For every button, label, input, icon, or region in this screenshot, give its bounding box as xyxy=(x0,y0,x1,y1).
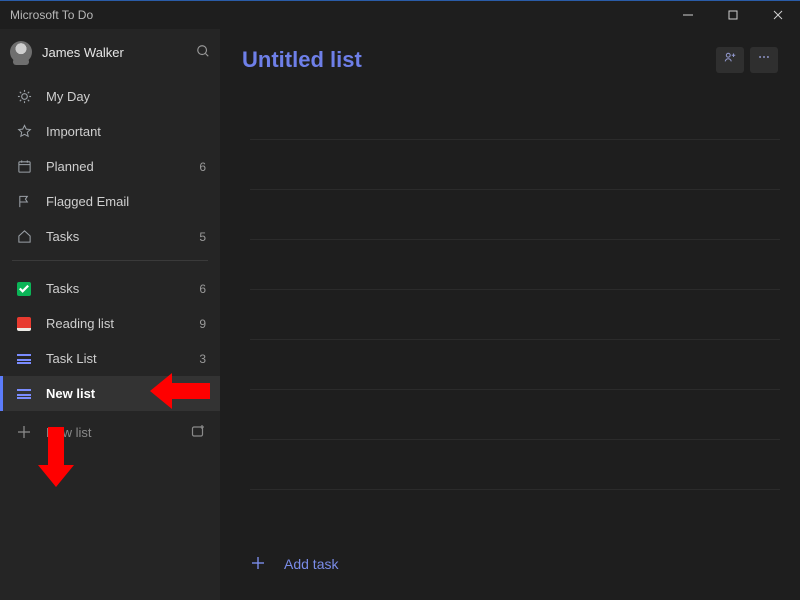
task-slot xyxy=(250,240,780,290)
search-button[interactable] xyxy=(196,44,210,61)
add-task-label: Add task xyxy=(284,556,338,572)
window-title: Microsoft To Do xyxy=(10,8,93,22)
task-slot xyxy=(250,490,780,540)
task-slot xyxy=(250,290,780,340)
add-task-button[interactable]: Add task xyxy=(250,540,780,588)
sidebar-item-label: Important xyxy=(46,124,101,139)
search-icon xyxy=(196,46,210,61)
maximize-button[interactable] xyxy=(710,1,755,29)
home-icon xyxy=(14,229,34,244)
task-slot xyxy=(250,140,780,190)
sidebar-item-count: 6 xyxy=(199,160,206,174)
profile-name: James Walker xyxy=(42,45,124,60)
sidebar-item-label: New list xyxy=(46,386,95,401)
sidebar-item-label: Planned xyxy=(46,159,94,174)
sidebar-item-my-day[interactable]: My Day xyxy=(0,79,220,114)
check-square-icon xyxy=(14,282,34,296)
book-icon xyxy=(14,317,34,331)
new-group-button[interactable] xyxy=(190,423,206,442)
app-window: Microsoft To Do xyxy=(0,0,800,600)
sidebar-item-count: 9 xyxy=(199,317,206,331)
sidebar-item-count: 6 xyxy=(199,282,206,296)
sidebar-item-label: Flagged Email xyxy=(46,194,129,209)
plus-icon xyxy=(250,555,284,574)
sidebar-item-label: Tasks xyxy=(46,229,79,244)
header-actions xyxy=(716,47,778,73)
minimize-icon xyxy=(683,10,693,20)
sidebar-item-label: Task List xyxy=(46,351,97,366)
more-button[interactable] xyxy=(750,47,778,73)
sidebar-item-label: Tasks xyxy=(46,281,79,296)
list-icon xyxy=(14,389,34,399)
profile-row[interactable]: James Walker xyxy=(0,29,220,75)
share-icon xyxy=(723,50,737,69)
share-button[interactable] xyxy=(716,47,744,73)
sidebar-list-reading[interactable]: Reading list 9 xyxy=(0,306,220,341)
maximize-icon xyxy=(728,10,738,20)
sidebar-item-label: Reading list xyxy=(46,316,114,331)
task-slot xyxy=(250,90,780,140)
sidebar-item-tasks[interactable]: Tasks 5 xyxy=(0,219,220,254)
sidebar-item-planned[interactable]: Planned 6 xyxy=(0,149,220,184)
more-icon xyxy=(757,50,771,69)
close-icon xyxy=(773,10,783,20)
sidebar-item-important[interactable]: Important xyxy=(0,114,220,149)
annotation-arrow xyxy=(150,373,210,409)
close-button[interactable] xyxy=(755,1,800,29)
sidebar-item-flagged-email[interactable]: Flagged Email xyxy=(0,184,220,219)
sidebar-item-label: My Day xyxy=(46,89,90,104)
main-panel: Untitled list xyxy=(220,29,800,600)
calendar-icon xyxy=(14,159,34,174)
sidebar-item-count: 3 xyxy=(199,352,206,366)
sun-icon xyxy=(14,89,34,104)
new-list-button[interactable]: New list xyxy=(0,411,220,453)
task-slot xyxy=(250,190,780,240)
app-body: James Walker My Day xyxy=(0,29,800,600)
sidebar-item-count: 5 xyxy=(199,230,206,244)
list-header: Untitled list xyxy=(220,29,800,90)
sidebar-list-tasks[interactable]: Tasks 6 xyxy=(0,271,220,306)
smart-lists: My Day Important Planned 6 xyxy=(0,75,220,254)
avatar xyxy=(10,41,32,63)
star-icon xyxy=(14,124,34,139)
sidebar-divider xyxy=(12,260,208,261)
new-group-icon xyxy=(190,427,206,442)
window-controls xyxy=(665,1,800,29)
task-slot xyxy=(250,390,780,440)
task-slot xyxy=(250,440,780,490)
sidebar: James Walker My Day xyxy=(0,29,220,600)
plus-icon xyxy=(14,425,34,439)
minimize-button[interactable] xyxy=(665,1,710,29)
sidebar-list-tasklist[interactable]: Task List 3 xyxy=(0,341,220,376)
task-slot xyxy=(250,340,780,390)
annotation-arrow xyxy=(38,427,74,487)
task-area xyxy=(220,90,800,540)
list-icon xyxy=(14,354,34,364)
titlebar: Microsoft To Do xyxy=(0,1,800,29)
list-title[interactable]: Untitled list xyxy=(242,47,362,73)
flag-icon xyxy=(14,194,34,209)
